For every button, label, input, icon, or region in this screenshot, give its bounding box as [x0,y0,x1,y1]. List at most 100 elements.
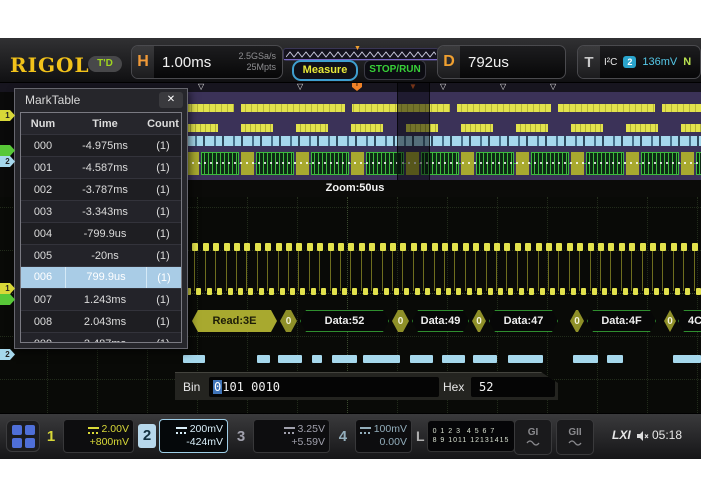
marktable-row[interactable]: 006799.9us(1) [21,266,181,288]
mark-time: -3.343ms [65,206,145,218]
bin-value-field[interactable]: 0101 0010 [209,377,439,397]
trigger-status-badge: T'D [88,56,122,72]
marktable-row[interactable]: 0071.243ms(1) [21,288,181,310]
marktable-row[interactable]: 003-3.343ms(1) [21,200,181,222]
h-label: H [132,46,154,78]
trigger-level-value: 136mV [642,56,677,68]
channel-3-number: 3 [232,428,250,445]
marktable-title: MarkTable [25,93,80,107]
mark-count: (1) [145,184,181,196]
marktable-row[interactable]: 004-799.9us(1) [21,222,181,244]
mark-time: -4.975ms [65,140,145,152]
oscilloscope-screenshot: RIGOL T'D H 1.00ms 2.5GSa/s 25Mpts ▼ Mea… [0,0,701,500]
channel-4-scale: 100mV [374,423,407,436]
trigger-block[interactable]: T I²C 2 136mV N [577,45,701,79]
decode-segment-data: Data:52 [300,310,389,332]
mark-num: 001 [21,162,65,174]
hex-label: Hex [443,380,464,394]
dc-coupling-icon [360,426,371,434]
mark-time: -4.587ms [65,162,145,174]
mark-num: 009 [21,338,65,344]
bin-hex-bar: Bin 0101 0010 Hex 52 [175,372,558,401]
column-header-time: Time [65,118,145,130]
la-label: L [416,428,425,444]
channel-2-block[interactable]: 2 200mV -424mV [138,419,228,453]
channel-3-offset: +5.59V [291,436,325,449]
generator-1-block[interactable]: GI [514,419,552,455]
footer-channel-bar: 1 2.00V +800mV 2 200mV -424mV 3 3.25V +5… [0,413,701,459]
mark-num: 002 [21,184,65,196]
mark-count: (1) [145,294,181,306]
close-icon[interactable]: ✕ [159,92,183,108]
channel-position-tag[interactable]: 2 [0,156,15,167]
channel-3-scale: 3.25V [298,423,325,436]
top-status-bar: RIGOL T'D H 1.00ms 2.5GSa/s 25Mpts ▼ Mea… [0,38,701,83]
mark-num: 003 [21,206,65,218]
measure-button[interactable]: Measure [292,60,358,81]
mark-time: -3.787ms [65,184,145,196]
lxi-logo: LXI [612,428,631,442]
oscilloscope-screen: RIGOL T'D H 1.00ms 2.5GSa/s 25Mpts ▼ Mea… [0,38,701,459]
sample-rate: 2.5GSa/s [238,51,276,62]
mark-num: 008 [21,316,65,328]
marktable-row[interactable]: 001-4.587ms(1) [21,156,181,178]
marktable-table: Num Time Count 000-4.975ms(1)001-4.587ms… [20,112,182,343]
mark-count: (1) [145,206,181,218]
channel-2-values: 200mV -424mV [159,419,228,453]
generator-2-block[interactable]: GII [556,419,594,455]
dc-coupling-icon [284,426,295,434]
mark-count: (1) [145,140,181,152]
trigger-slope-indicator: N [683,56,691,68]
channel-1-values: 2.00V +800mV [63,419,134,453]
mark-count: (1) [145,316,181,328]
channel-3-block[interactable]: 3 3.25V +5.59V [232,419,330,453]
hex-value-field[interactable]: 52 [471,377,555,397]
bin-label: Bin [183,380,200,394]
logic-analyzer-block[interactable]: L 0 1 2 3 4 5 6 7 8 9 1011 12131415 [416,419,510,453]
channel-4-block[interactable]: 4 100mV 0.00V [334,419,412,453]
mark-count: (1) [145,162,181,174]
g2-label: GII [568,427,581,438]
mark-time: 799.9us [66,267,147,288]
trigger-info-row: I²C 2 136mV N [604,46,691,78]
stop-run-button[interactable]: STOP/RUN [364,60,426,80]
marktable-row[interactable]: 005-20ns(1) [21,244,181,266]
dc-coupling-icon [176,426,187,434]
mark-count: (1) [145,250,181,262]
channel-4-values: 100mV 0.00V [355,419,412,453]
sine-wave-icon [526,439,540,447]
decode-segment-data: Data:47 [489,310,558,332]
marktable-row[interactable]: 0092.487ms(1) [21,332,181,343]
la-channel-numbers: 0 1 2 3 4 5 6 7 8 9 1011 12131415 [427,420,516,452]
channel-4-number: 4 [334,428,352,445]
delay-block[interactable]: D 792us [437,45,566,79]
column-header-count: Count [145,118,181,130]
la-row-2: 8 9 1011 12131415 [433,436,510,445]
delay-value: 792us [468,54,509,71]
marktable-row[interactable]: 002-3.787ms(1) [21,178,181,200]
channel-2-number: 2 [138,424,156,448]
strip-trigger-marker-icon: ▼ [354,45,361,52]
trigger-source-badge: 2 [623,56,636,68]
t-label: T [578,46,600,78]
channel-position-tag[interactable]: 1 [0,110,15,121]
sine-wave-icon [568,439,582,447]
mark-time: 1.243ms [65,294,145,306]
mute-speaker-icon[interactable] [636,429,649,447]
acquisition-info: 2.5GSa/s 25Mpts [238,51,276,73]
marktable-header-row: Num Time Count [21,113,181,134]
marktable-row[interactable]: 000-4.975ms(1) [21,134,181,156]
bin-value: 101 0010 [222,380,280,394]
horizontal-block[interactable]: H 1.00ms 2.5GSa/s 25Mpts [131,45,283,79]
memory-depth: 25Mpts [238,62,276,73]
zigzag-waveform-icon [286,50,436,59]
la-row-1: 0 1 2 3 4 5 6 7 [433,427,510,436]
mark-num: 007 [21,294,65,306]
mark-time: 2.043ms [65,316,145,328]
channel-position-tag[interactable] [0,145,15,156]
marktable-row[interactable]: 0082.043ms(1) [21,310,181,332]
menu-grid-icon[interactable] [6,420,40,452]
mark-count: (1) [147,272,181,284]
rigol-logo: RIGOL [10,53,90,77]
channel-1-block[interactable]: 1 2.00V +800mV [42,419,134,453]
